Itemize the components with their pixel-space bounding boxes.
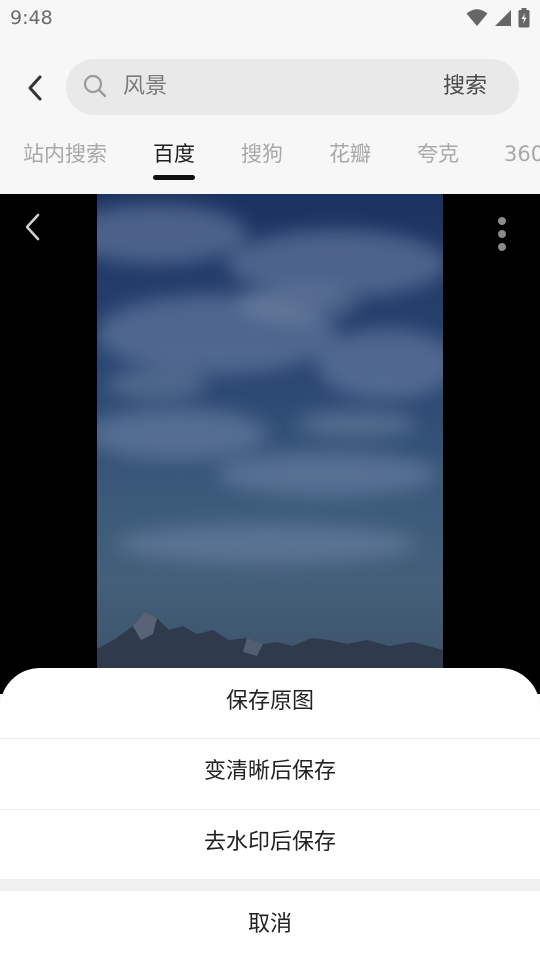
tab-baidu[interactable]: 百度 [153, 140, 195, 168]
tab-360[interactable]: 360 [504, 140, 540, 168]
wifi-icon [466, 9, 488, 26]
search-bar: 风景 搜索 [0, 36, 540, 126]
source-tabs: 站内搜索 百度 搜狗 花瓣 夸克 360 [0, 126, 540, 194]
remove-watermark-and-save-button[interactable]: 去水印后保存 [0, 829, 540, 857]
signal-icon [495, 10, 511, 26]
save-options-sheet: 保存原图 变清晰后保存 去水印后保存 取消 [0, 668, 540, 960]
tab-huaban[interactable]: 花瓣 [329, 140, 371, 168]
save-original-button[interactable]: 保存原图 [0, 688, 540, 716]
tab-sogou[interactable]: 搜狗 [241, 140, 283, 168]
more-vertical-icon[interactable] [494, 216, 510, 252]
search-box[interactable]: 风景 搜索 [66, 59, 519, 115]
status-time: 9:48 [10, 7, 53, 29]
status-bar: 9:48 [0, 0, 540, 36]
enhance-and-save-button[interactable]: 变清晰后保存 [0, 758, 540, 786]
tab-quark[interactable]: 夸克 [417, 140, 459, 168]
tab-site-search[interactable]: 站内搜索 [23, 140, 107, 168]
image-viewer [0, 194, 540, 694]
active-tab-indicator [153, 175, 195, 180]
search-button[interactable]: 搜索 [443, 73, 487, 101]
search-icon [83, 74, 107, 98]
back-button[interactable] [20, 72, 50, 104]
sheet-separator [0, 879, 540, 891]
battery-charging-icon [518, 8, 530, 28]
preview-image[interactable] [97, 194, 443, 694]
divider [0, 809, 540, 810]
divider [0, 738, 540, 739]
status-icons [466, 7, 530, 29]
chevron-left-icon[interactable] [22, 212, 44, 242]
cancel-button[interactable]: 取消 [0, 911, 540, 939]
back-arrow-icon [28, 75, 42, 101]
search-input[interactable]: 风景 [123, 73, 167, 101]
landscape-picture [97, 204, 443, 694]
